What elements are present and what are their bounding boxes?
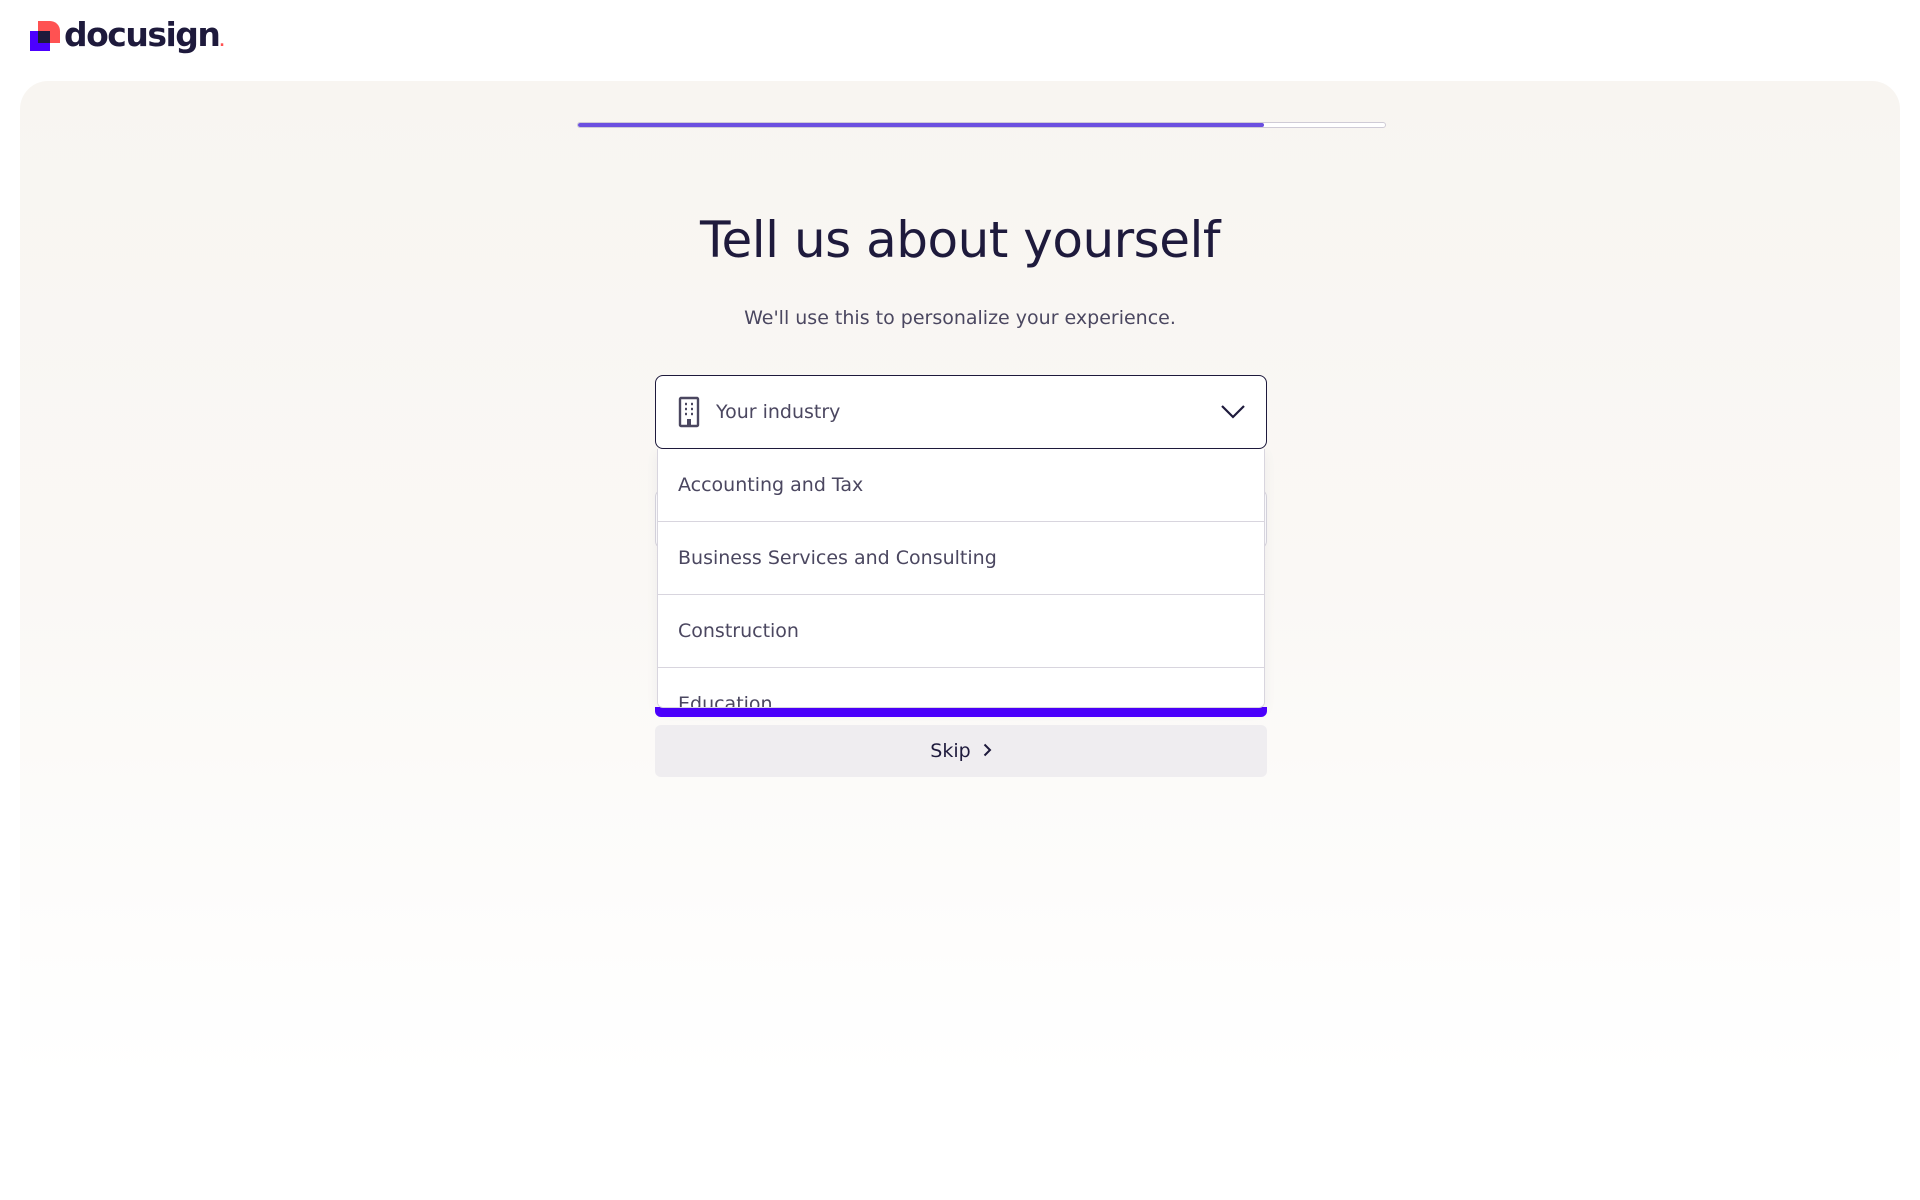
industry-select[interactable]: Your industry [655, 375, 1267, 449]
industry-select-placeholder: Your industry [716, 401, 841, 423]
industry-option-construction[interactable]: Construction [658, 595, 1264, 668]
industry-option-accounting[interactable]: Accounting and Tax [658, 449, 1264, 522]
progress-bar [577, 122, 1386, 128]
logo-dot: . [219, 34, 224, 50]
docusign-logo-mark-icon [30, 20, 60, 51]
industry-option-education[interactable]: Education [658, 668, 1264, 707]
logo-text: docusign. [64, 15, 225, 54]
skip-button[interactable]: Skip [655, 725, 1267, 777]
page-title: Tell us about yourself [699, 211, 1221, 269]
onboarding-card: Tell us about yourself We'll use this to… [20, 81, 1900, 1081]
chevron-down-icon[interactable] [1220, 399, 1246, 425]
continue-button[interactable] [655, 707, 1267, 717]
progress-bar-fill [578, 123, 1264, 127]
skip-button-label: Skip [930, 740, 971, 762]
building-icon [676, 395, 702, 429]
industry-option-business-services[interactable]: Business Services and Consulting [658, 522, 1264, 595]
docusign-logo[interactable]: docusign. [30, 15, 225, 54]
chevron-right-icon [983, 740, 992, 762]
top-bar: docusign. [0, 0, 1920, 80]
page-subtitle: We'll use this to personalize your exper… [744, 307, 1176, 329]
industry-dropdown-list[interactable]: Accounting and Tax Business Services and… [657, 449, 1265, 708]
